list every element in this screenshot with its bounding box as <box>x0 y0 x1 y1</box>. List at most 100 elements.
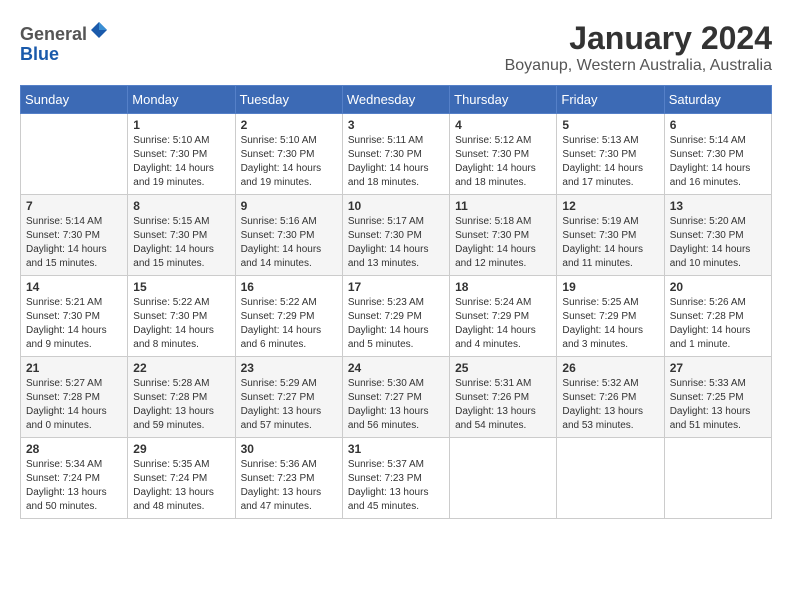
weekday-label: Thursday <box>450 86 557 114</box>
day-info: Sunrise: 5:35 AM Sunset: 7:24 PM Dayligh… <box>133 458 229 514</box>
calendar-cell: 15 Sunrise: 5:22 AM Sunset: 7:30 PM Dayli… <box>128 276 235 357</box>
day-info: Sunrise: 5:10 AM Sunset: 7:30 PM Dayligh… <box>133 134 229 190</box>
calendar-cell: 1 Sunrise: 5:10 AM Sunset: 7:30 PM Daylig… <box>128 114 235 195</box>
calendar-body: 1 Sunrise: 5:10 AM Sunset: 7:30 PM Daylig… <box>21 114 772 519</box>
day-info: Sunrise: 5:16 AM Sunset: 7:30 PM Dayligh… <box>241 215 337 271</box>
day-number: 27 <box>670 361 766 375</box>
weekday-label: Tuesday <box>235 86 342 114</box>
day-number: 29 <box>133 442 229 456</box>
day-number: 30 <box>241 442 337 456</box>
calendar-cell: 2Sunrise: 5:10 AM Sunset: 7:30 PM Daylig… <box>235 114 342 195</box>
day-number: 15 <box>133 280 229 294</box>
day-number: 7 <box>26 199 122 213</box>
day-info: Sunrise: 5:13 AM Sunset: 7:30 PM Dayligh… <box>562 134 658 190</box>
calendar-cell: 22Sunrise: 5:28 AM Sunset: 7:28 PM Dayli… <box>128 357 235 438</box>
day-number: 26 <box>562 361 658 375</box>
day-number: 14 <box>26 280 122 294</box>
calendar-cell: 29 Sunrise: 5:35 AM Sunset: 7:24 PM Dayli… <box>128 438 235 519</box>
day-info: Sunrise: 5:29 AM Sunset: 7:27 PM Dayligh… <box>241 377 337 433</box>
calendar-table: SundayMondayTuesdayWednesdayThursdayFrid… <box>20 85 772 519</box>
day-info: Sunrise: 5:26 AM Sunset: 7:28 PM Dayligh… <box>670 296 766 352</box>
calendar-cell: 3 Sunrise: 5:11 AM Sunset: 7:30 PM Daylig… <box>342 114 449 195</box>
day-info: Sunrise: 5:23 AM Sunset: 7:29 PM Dayligh… <box>348 296 444 352</box>
calendar-cell: 20Sunrise: 5:26 AM Sunset: 7:28 PM Dayli… <box>664 276 771 357</box>
day-info: Sunrise: 5:15 AM Sunset: 7:30 PM Dayligh… <box>133 215 229 271</box>
calendar-cell: 18Sunrise: 5:24 AM Sunset: 7:29 PM Dayli… <box>450 276 557 357</box>
calendar-cell: 30 Sunrise: 5:36 AM Sunset: 7:23 PM Dayli… <box>235 438 342 519</box>
day-info: Sunrise: 5:30 AM Sunset: 7:27 PM Dayligh… <box>348 377 444 433</box>
day-info: Sunrise: 5:33 AM Sunset: 7:25 PM Dayligh… <box>670 377 766 433</box>
day-number: 3 <box>348 118 444 132</box>
calendar-cell: 13 Sunrise: 5:20 AM Sunset: 7:30 PM Dayli… <box>664 195 771 276</box>
weekday-label: Sunday <box>21 86 128 114</box>
day-number: 1 <box>133 118 229 132</box>
calendar-cell: 31Sunrise: 5:37 AM Sunset: 7:23 PM Dayli… <box>342 438 449 519</box>
page-header: General Blue January 2024 Boyanup, Weste… <box>20 20 772 75</box>
location-title: Boyanup, Western Australia, Australia <box>505 57 772 75</box>
day-number: 10 <box>348 199 444 213</box>
day-number: 12 <box>562 199 658 213</box>
day-info: Sunrise: 5:14 AM Sunset: 7:30 PM Dayligh… <box>670 134 766 190</box>
calendar-cell: 6 Sunrise: 5:14 AM Sunset: 7:30 PM Daylig… <box>664 114 771 195</box>
calendar-cell: 11Sunrise: 5:18 AM Sunset: 7:30 PM Dayli… <box>450 195 557 276</box>
day-info: Sunrise: 5:36 AM Sunset: 7:23 PM Dayligh… <box>241 458 337 514</box>
day-number: 13 <box>670 199 766 213</box>
day-info: Sunrise: 5:34 AM Sunset: 7:24 PM Dayligh… <box>26 458 122 514</box>
day-info: Sunrise: 5:17 AM Sunset: 7:30 PM Dayligh… <box>348 215 444 271</box>
calendar-cell: 8 Sunrise: 5:15 AM Sunset: 7:30 PM Daylig… <box>128 195 235 276</box>
day-number: 23 <box>241 361 337 375</box>
calendar-cell: 17 Sunrise: 5:23 AM Sunset: 7:29 PM Dayli… <box>342 276 449 357</box>
calendar-week-row: 1 Sunrise: 5:10 AM Sunset: 7:30 PM Daylig… <box>21 114 772 195</box>
day-info: Sunrise: 5:24 AM Sunset: 7:29 PM Dayligh… <box>455 296 551 352</box>
day-number: 6 <box>670 118 766 132</box>
day-info: Sunrise: 5:32 AM Sunset: 7:26 PM Dayligh… <box>562 377 658 433</box>
calendar-cell <box>21 114 128 195</box>
weekday-label: Saturday <box>664 86 771 114</box>
day-number: 19 <box>562 280 658 294</box>
day-info: Sunrise: 5:27 AM Sunset: 7:28 PM Dayligh… <box>26 377 122 433</box>
logo-blue: Blue <box>20 44 59 64</box>
calendar-cell: 26 Sunrise: 5:32 AM Sunset: 7:26 PM Dayli… <box>557 357 664 438</box>
weekday-label: Wednesday <box>342 86 449 114</box>
day-number: 5 <box>562 118 658 132</box>
day-info: Sunrise: 5:31 AM Sunset: 7:26 PM Dayligh… <box>455 377 551 433</box>
day-info: Sunrise: 5:25 AM Sunset: 7:29 PM Dayligh… <box>562 296 658 352</box>
day-number: 25 <box>455 361 551 375</box>
day-info: Sunrise: 5:20 AM Sunset: 7:30 PM Dayligh… <box>670 215 766 271</box>
day-number: 8 <box>133 199 229 213</box>
calendar-cell <box>664 438 771 519</box>
day-info: Sunrise: 5:21 AM Sunset: 7:30 PM Dayligh… <box>26 296 122 352</box>
day-info: Sunrise: 5:11 AM Sunset: 7:30 PM Dayligh… <box>348 134 444 190</box>
day-number: 17 <box>348 280 444 294</box>
day-info: Sunrise: 5:22 AM Sunset: 7:29 PM Dayligh… <box>241 296 337 352</box>
logo-icon <box>89 20 109 40</box>
calendar-cell: 28 Sunrise: 5:34 AM Sunset: 7:24 PM Dayli… <box>21 438 128 519</box>
day-number: 24 <box>348 361 444 375</box>
day-info: Sunrise: 5:12 AM Sunset: 7:30 PM Dayligh… <box>455 134 551 190</box>
day-info: Sunrise: 5:22 AM Sunset: 7:30 PM Dayligh… <box>133 296 229 352</box>
calendar-week-row: 14 Sunrise: 5:21 AM Sunset: 7:30 PM Dayli… <box>21 276 772 357</box>
weekday-label: Friday <box>557 86 664 114</box>
day-number: 21 <box>26 361 122 375</box>
calendar-cell: 10 Sunrise: 5:17 AM Sunset: 7:30 PM Dayli… <box>342 195 449 276</box>
month-title: January 2024 <box>505 20 772 57</box>
day-number: 22 <box>133 361 229 375</box>
day-info: Sunrise: 5:37 AM Sunset: 7:23 PM Dayligh… <box>348 458 444 514</box>
day-number: 28 <box>26 442 122 456</box>
calendar-cell: 12 Sunrise: 5:19 AM Sunset: 7:30 PM Dayli… <box>557 195 664 276</box>
day-number: 2 <box>241 118 337 132</box>
day-number: 4 <box>455 118 551 132</box>
day-number: 16 <box>241 280 337 294</box>
calendar-cell: 27 Sunrise: 5:33 AM Sunset: 7:25 PM Dayli… <box>664 357 771 438</box>
calendar-week-row: 21 Sunrise: 5:27 AM Sunset: 7:28 PM Dayli… <box>21 357 772 438</box>
day-info: Sunrise: 5:14 AM Sunset: 7:30 PM Dayligh… <box>26 215 122 271</box>
calendar-cell: 19 Sunrise: 5:25 AM Sunset: 7:29 PM Dayli… <box>557 276 664 357</box>
weekday-label: Monday <box>128 86 235 114</box>
day-number: 11 <box>455 199 551 213</box>
calendar-cell: 24 Sunrise: 5:30 AM Sunset: 7:27 PM Dayli… <box>342 357 449 438</box>
day-info: Sunrise: 5:19 AM Sunset: 7:30 PM Dayligh… <box>562 215 658 271</box>
logo-general: General <box>20 24 87 44</box>
calendar-cell <box>450 438 557 519</box>
title-block: January 2024 Boyanup, Western Australia,… <box>505 20 772 75</box>
day-number: 9 <box>241 199 337 213</box>
